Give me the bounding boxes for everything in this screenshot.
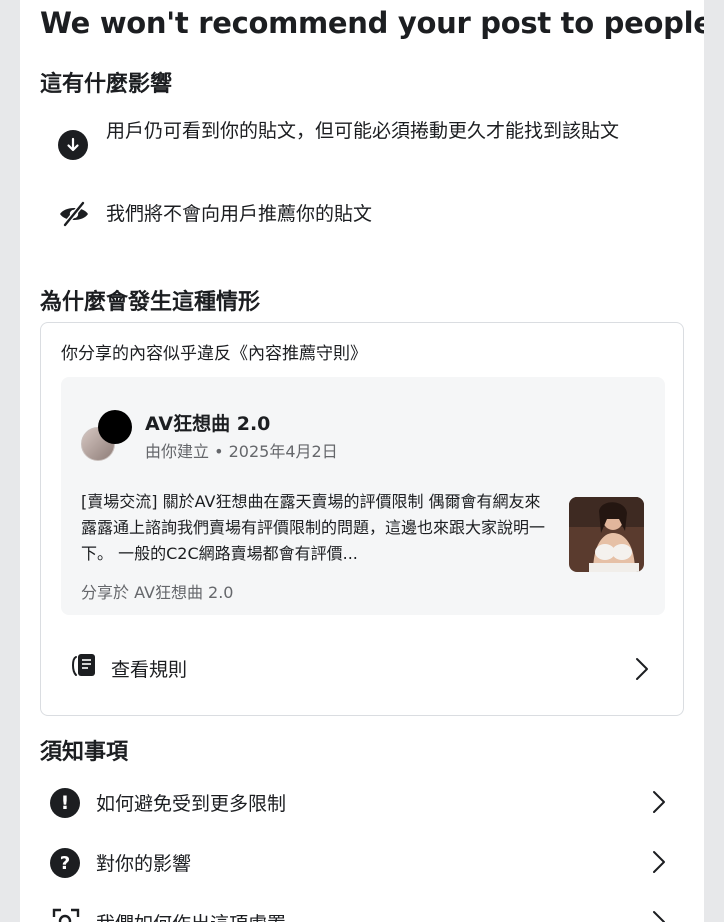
guideline-card: 你分享的內容似乎違反《內容推薦守則》 AV狂想曲 2.0 由你建立 • 2025… [40,322,684,716]
chevron-right-icon [652,910,666,922]
post-group-name: AV狂想曲 2.0 [145,413,271,435]
post-thumbnail [569,497,644,572]
post-shared-in: 分享於 AV狂想曲 2.0 [81,583,234,602]
impact-item-text: 用戶仍可看到你的貼文，但可能必須捲動更久才能找到該貼文 [106,120,620,142]
post-body-text: [賣場交流] 關於AV狂想曲在露天賣場的評價限制 偶爾會有網友來露露通上諮詢我們… [81,492,546,563]
review-scan-icon [52,908,80,922]
eye-slash-icon [58,200,90,232]
impact-item-text: 我們將不會向用戶推薦你的貼文 [106,203,373,225]
view-rules-label: 查看規則 [111,659,188,681]
notes-heading: 須知事項 [40,740,129,765]
chevron-right-icon [652,790,666,818]
question-circle-icon: ? [50,848,80,878]
post-meta: 由你建立 • 2025年4月2日 [145,442,338,461]
notice-label: 如何避免受到更多限制 [96,793,287,815]
notice-item-how-decided[interactable]: 我們如何作出這項處置 [20,894,704,922]
notice-item-avoid-restrictions[interactable]: ! 如何避免受到更多限制 [20,774,704,830]
reason-heading: 為什麼會發生這種情形 [40,290,261,315]
restriction-panel: We won't recommend your post to people 這… [20,0,704,922]
notice-label: 我們如何作出這項處置 [96,909,286,922]
exclamation-circle-icon: ! [50,788,80,818]
view-rules-button[interactable]: 查看規則 [41,641,683,697]
rules-book-icon [69,653,97,683]
impact-heading: 這有什麼影響 [40,72,173,97]
notice-item-impact[interactable]: ? 對你的影響 [20,834,704,890]
profile-avatar [98,410,132,444]
notice-label: 對你的影響 [96,853,192,875]
chevron-right-icon [652,850,666,878]
card-title: 你分享的內容似乎違反《內容推薦守則》 [61,344,367,364]
chevron-right-icon [635,657,649,685]
arrow-down-circle-icon [58,130,88,160]
shared-post-preview[interactable]: AV狂想曲 2.0 由你建立 • 2025年4月2日 [賣場交流] 關於AV狂想… [61,377,665,615]
page-title: We won't recommend your post to people [40,6,704,40]
